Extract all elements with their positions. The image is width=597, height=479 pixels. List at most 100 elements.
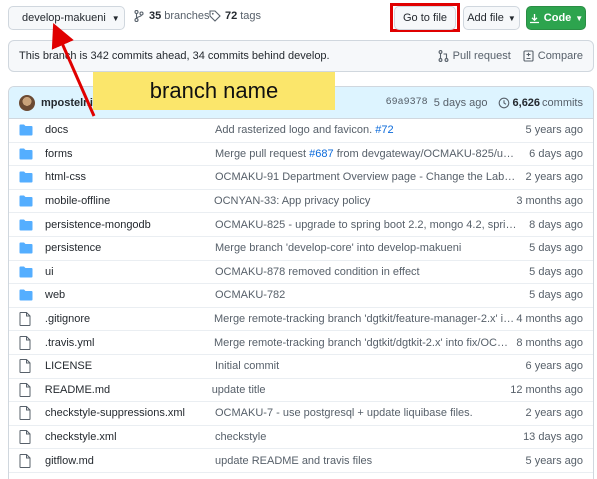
commit-message-link[interactable]: OCNYAN-33: App privacy policy <box>214 195 516 207</box>
commit-count-label: commits <box>542 96 583 109</box>
table-row[interactable]: .travis.yml Merge remote-tracking branch … <box>9 331 593 355</box>
file-icon <box>19 453 33 468</box>
commit-message-text: OCNYAN-33: App privacy policy <box>214 195 371 208</box>
avatar[interactable] <box>19 94 35 111</box>
file-name-link[interactable]: web <box>45 289 215 301</box>
go-to-file-button[interactable]: Go to file <box>394 6 456 30</box>
commit-message-link[interactable]: Initial commit <box>215 360 519 372</box>
commit-message-link[interactable]: update README and travis files <box>215 455 519 467</box>
folder-icon <box>19 171 33 183</box>
pull-request-ref-link[interactable]: #72 <box>375 124 393 136</box>
commit-message-link[interactable]: Add rasterized logo and favicon. #72 <box>215 124 519 136</box>
tags-link[interactable]: 72 tags <box>209 10 261 22</box>
folder-icon <box>19 124 33 136</box>
table-row[interactable]: web OCMAKU-782 5 days ago <box>9 284 593 308</box>
chevron-down-icon: ▼ <box>575 13 584 23</box>
file-rows: docs Add rasterized logo and favicon. #72… <box>9 119 593 473</box>
file-name-link[interactable]: persistence <box>45 242 215 254</box>
commit-message-text: Merge remote-tracking branch 'dgtkit/dgt… <box>214 336 516 349</box>
file-name-link[interactable]: docs <box>45 124 215 136</box>
commit-message-link[interactable]: Merge pull request #687 from devgateway/… <box>215 148 519 160</box>
table-row[interactable]: .gitignore Merge remote-tracking branch '… <box>9 308 593 332</box>
code-button[interactable]: Code ▼ <box>526 6 586 30</box>
file-icon <box>19 430 33 445</box>
table-row[interactable]: LICENSE Initial commit 6 years ago <box>9 355 593 379</box>
commit-message-link[interactable]: OCMAKU-878 removed condition in effect <box>215 266 519 278</box>
table-row[interactable]: mobile-offline OCNYAN-33: App privacy pol… <box>9 190 593 214</box>
commit-age: 8 days ago <box>529 218 583 231</box>
branches-link[interactable]: 35 branches <box>134 10 210 22</box>
file-name-link[interactable]: LICENSE <box>45 360 215 372</box>
commit-message-text: update title <box>211 383 266 396</box>
commit-age: 5 years ago <box>525 124 583 137</box>
file-name-link[interactable]: checkstyle-suppressions.xml <box>45 407 215 419</box>
commit-message-link[interactable]: Merge remote-tracking branch 'dgtkit/dgt… <box>214 337 516 349</box>
folder-icon <box>19 195 33 207</box>
file-listing: mpostelnicu 69a9378 5 days ago 6,626 com… <box>8 86 594 479</box>
table-row[interactable]: ui OCMAKU-878 removed condition in effect… <box>9 261 593 285</box>
commit-age: 5 days ago <box>529 242 583 255</box>
commit-message-text-cont: from devgateway/OCMAKU-825/upgrade-mon… <box>336 147 519 160</box>
commit-message-link[interactable]: Merge remote-tracking branch 'dgtkit/fea… <box>214 313 516 325</box>
folder-icon <box>19 289 33 301</box>
commit-age: 3 months ago <box>516 195 583 208</box>
file-name-link[interactable]: forms <box>45 148 215 160</box>
folder-icon <box>19 266 33 278</box>
compare-icon <box>523 50 534 62</box>
banner-text: This branch is 342 commits ahead, 34 com… <box>19 50 330 62</box>
chevron-down-icon: ▼ <box>111 13 120 23</box>
commit-message-text: OCMAKU-825 - upgrade to spring boot 2.2,… <box>215 218 519 231</box>
table-row[interactable]: forms Merge pull request #687 from devgat… <box>9 143 593 167</box>
branches-count: 35 <box>149 10 162 22</box>
branch-selector-button[interactable]: develop-makueni ▼ <box>8 6 125 30</box>
add-file-button[interactable]: Add file ▼ <box>463 6 520 30</box>
commit-message-text: OCMAKU-878 removed condition in effect <box>215 265 420 278</box>
table-row[interactable]: html-css OCMAKU-91 Department Overview pa… <box>9 166 593 190</box>
compare-label: Compare <box>537 50 583 62</box>
table-row[interactable]: docs Add rasterized logo and favicon. #72… <box>9 119 593 143</box>
file-name-link[interactable]: .travis.yml <box>45 337 214 349</box>
commit-count: 6,626 <box>512 96 541 109</box>
table-row[interactable]: checkstyle.xml checkstyle 13 days ago <box>9 426 593 450</box>
banner-actions: Pull request Compare <box>426 50 583 62</box>
code-label: Code <box>543 12 572 24</box>
table-row[interactable]: checkstyle-suppressions.xml OCMAKU-7 - us… <box>9 402 593 426</box>
file-name-link[interactable]: persistence-mongodb <box>45 219 215 231</box>
commit-message-link[interactable]: checkstyle <box>215 431 519 443</box>
commit-age: 12 months ago <box>510 383 583 396</box>
file-name-link[interactable]: ui <box>45 266 215 278</box>
compare-link[interactable]: Compare <box>523 50 583 62</box>
commit-message-link[interactable]: update title <box>212 384 511 396</box>
commit-message-link[interactable]: OCMAKU-91 Department Overview page - Cha… <box>215 171 519 183</box>
file-name-link[interactable]: html-css <box>45 171 215 183</box>
pull-request-ref-link[interactable]: #687 <box>309 148 333 160</box>
folder-icon <box>19 219 33 231</box>
commit-message-link[interactable]: OCMAKU-782 <box>215 289 519 301</box>
pull-request-link[interactable]: Pull request <box>438 50 511 62</box>
commit-message-link[interactable]: OCMAKU-7 - use postgresql + update liqui… <box>215 407 519 419</box>
git-branch-icon <box>134 10 144 22</box>
file-name-link[interactable]: checkstyle.xml <box>45 431 215 443</box>
commit-message-text: update README and travis files <box>215 454 373 467</box>
table-row[interactable]: README.md update title 12 months ago <box>9 379 593 403</box>
repo-toolbar: develop-makueni ▼ 35 branches 72 tags Go… <box>0 0 597 36</box>
file-icon <box>19 406 33 421</box>
table-row[interactable]: persistence-mongodb OCMAKU-825 - upgrade … <box>9 213 593 237</box>
file-name-link[interactable]: mobile-offline <box>45 195 214 207</box>
file-name-link[interactable]: gitflow.md <box>45 455 215 467</box>
tag-icon <box>209 10 221 22</box>
table-row[interactable]: gitflow.md update README and travis files… <box>9 449 593 473</box>
commit-age: 13 days ago <box>523 431 583 444</box>
commit-history-link[interactable]: 6,626 commits <box>498 97 583 109</box>
commit-age: 2 years ago <box>525 407 583 420</box>
commit-message-link[interactable]: OCMAKU-825 - upgrade to spring boot 2.2,… <box>215 219 519 231</box>
pull-request-label: Pull request <box>452 50 511 62</box>
pull-request-icon <box>438 50 449 62</box>
table-row[interactable]: persistence Merge branch 'develop-core' i… <box>9 237 593 261</box>
commit-message-link[interactable]: Merge branch 'develop-core' into develop… <box>215 242 519 254</box>
file-icon <box>19 382 33 397</box>
file-name-link[interactable]: README.md <box>45 384 212 396</box>
commit-age: 5 years ago <box>525 454 583 467</box>
file-name-link[interactable]: .gitignore <box>45 313 214 325</box>
commit-sha[interactable]: 69a9378 <box>386 97 428 108</box>
